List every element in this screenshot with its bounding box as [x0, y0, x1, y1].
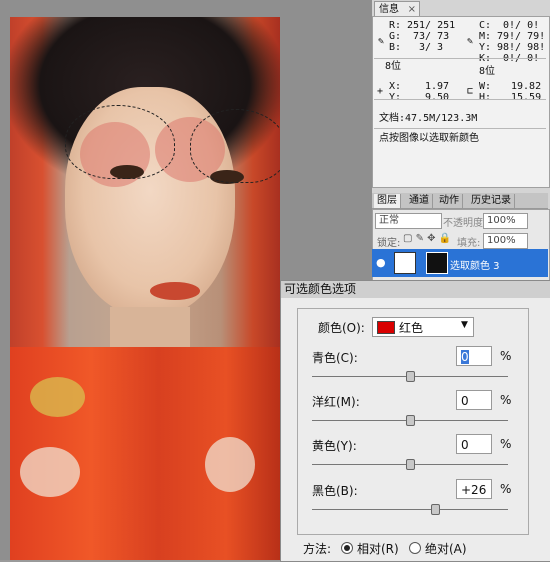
magenta-slider-thumb[interactable]	[406, 415, 415, 426]
c-value: 0!/ 0!	[503, 20, 540, 31]
b-label: B:	[389, 42, 402, 53]
blend-mode-value: 正常	[379, 215, 399, 226]
color-swatch	[377, 321, 395, 334]
w-value: 19.82	[511, 81, 542, 92]
layer-mask-thumbnail[interactable]	[426, 252, 448, 274]
yellow-input[interactable]: 0	[456, 434, 492, 454]
opacity-value: 100%	[487, 215, 516, 226]
layer-name[interactable]: 选取颜色 3	[450, 257, 500, 272]
w-label: W:	[479, 81, 492, 92]
selection-size-icon: ⊏	[467, 86, 474, 97]
tab-layers[interactable]: 图层	[374, 194, 401, 208]
eye-icon[interactable]: ●	[376, 256, 386, 269]
b-value: 3/ 3	[419, 42, 444, 53]
y-value-pos: 9.50	[425, 92, 450, 103]
divider	[374, 58, 546, 59]
selection-marquee-right[interactable]	[190, 109, 280, 183]
info-panel-tab[interactable]: 信息 ×	[374, 1, 420, 17]
photo-embroidery	[20, 447, 80, 497]
info-panel: ✎ R: 251/ 251 G: 73/ 73 B: 3/ 3 ✎ C: 0!/…	[372, 16, 550, 188]
divider	[374, 99, 546, 100]
cyan-input[interactable]: 0	[456, 346, 492, 366]
percent-sign: %	[500, 482, 512, 496]
black-value: +26	[461, 483, 487, 497]
close-icon[interactable]: ×	[408, 2, 416, 17]
slider-label: 洋红(M):	[312, 395, 360, 409]
slider-label: 黑色(B):	[312, 484, 358, 498]
method-relative-radio[interactable]	[341, 542, 353, 554]
fill-value: 100%	[487, 235, 516, 246]
bit-depth-left: 8位	[385, 61, 402, 72]
yellow-value: 0	[461, 438, 469, 452]
magenta-value: 0	[461, 394, 469, 408]
bit-depth-right: 8位	[479, 66, 496, 77]
photo-embroidery	[30, 377, 85, 417]
k-label: K:	[479, 54, 491, 64]
h-value: 15.59	[511, 92, 542, 103]
tab-history[interactable]: 历史记录	[468, 194, 515, 208]
layers-panel-tabs: 图层 通道 动作 历史记录	[372, 193, 548, 209]
method-absolute-radio[interactable]	[409, 542, 421, 554]
method-relative-label[interactable]: 相对(R)	[357, 540, 399, 557]
m-label: M:	[479, 31, 492, 42]
options-group: 颜色(O): 红色 ▼ 青色(C): 0 % 洋红(M): 0 % 黄色(Y):…	[297, 308, 529, 535]
color-value: 红色	[399, 321, 424, 335]
percent-sign: %	[500, 349, 512, 363]
y-label: Y:	[479, 42, 492, 53]
m-value: 79!/ 79!	[497, 31, 546, 42]
y-label-pos: Y:	[389, 92, 402, 103]
method-label: 方法:	[303, 542, 332, 556]
divider	[374, 128, 546, 129]
yellow-slider-thumb[interactable]	[406, 459, 415, 470]
k-value: 0!/ 0!	[503, 54, 539, 64]
cyan-slider-thumb[interactable]	[406, 371, 415, 382]
fill-label: 填充:	[457, 238, 481, 249]
adjustment-icon	[394, 252, 416, 274]
tab-actions[interactable]: 动作	[436, 194, 463, 208]
lock-icons[interactable]: ▢ ✎ ✥ 🔒	[403, 233, 451, 244]
photo-lips	[150, 282, 200, 300]
selective-color-dialog: 可选颜色选项 颜色(O): 红色 ▼ 青色(C): 0 % 洋红(M): 0 %…	[280, 280, 550, 562]
percent-sign: %	[500, 393, 512, 407]
y-value: 98!/ 98!	[497, 42, 546, 53]
info-hint: 点按图像以选取新颜色	[379, 133, 479, 144]
opacity-input[interactable]: 100%	[483, 213, 528, 229]
eyedropper-icon: ✎	[467, 36, 474, 47]
slider-label: 青色(C):	[312, 351, 358, 365]
r-value: 251/ 251	[407, 20, 456, 31]
magenta-input[interactable]: 0	[456, 390, 492, 410]
lock-label: 锁定:	[377, 238, 401, 249]
document-size: 文档:47.5M/123.3M	[379, 113, 478, 124]
x-value: 1.97	[425, 81, 450, 92]
g-value: 73/ 73	[413, 31, 450, 42]
c-label: C:	[479, 20, 492, 31]
crosshair-icon: +	[377, 86, 384, 97]
chevron-down-icon: ▼	[461, 320, 468, 330]
selection-marquee-left[interactable]	[65, 105, 175, 179]
slider-label: 黄色(Y):	[312, 439, 357, 453]
dialog-title[interactable]: 可选颜色选项	[281, 281, 550, 298]
black-input[interactable]: +26	[456, 479, 492, 499]
layer-row[interactable]: ● 选取颜色 3	[372, 249, 548, 277]
opacity-label: 不透明度:	[443, 218, 487, 229]
document-image[interactable]	[10, 17, 280, 560]
cyan-value: 0	[461, 350, 469, 364]
color-label: 颜色(O):	[318, 321, 365, 335]
color-dropdown[interactable]: 红色 ▼	[372, 317, 474, 337]
black-slider-thumb[interactable]	[431, 504, 441, 515]
eyedropper-icon: ✎	[378, 36, 385, 47]
black-slider-track[interactable]	[312, 509, 508, 510]
percent-sign: %	[500, 437, 512, 451]
blend-mode-select[interactable]: 正常	[375, 213, 442, 229]
info-tab-label: 信息	[379, 4, 399, 15]
photo-embroidery	[205, 437, 255, 492]
method-absolute-label[interactable]: 绝对(A)	[425, 540, 467, 557]
x-label: X:	[389, 81, 402, 92]
tab-channels[interactable]: 通道	[406, 194, 433, 208]
r-label: R:	[389, 20, 402, 31]
fill-input[interactable]: 100%	[483, 233, 528, 249]
h-label: H:	[479, 92, 492, 103]
g-label: G:	[389, 31, 402, 42]
